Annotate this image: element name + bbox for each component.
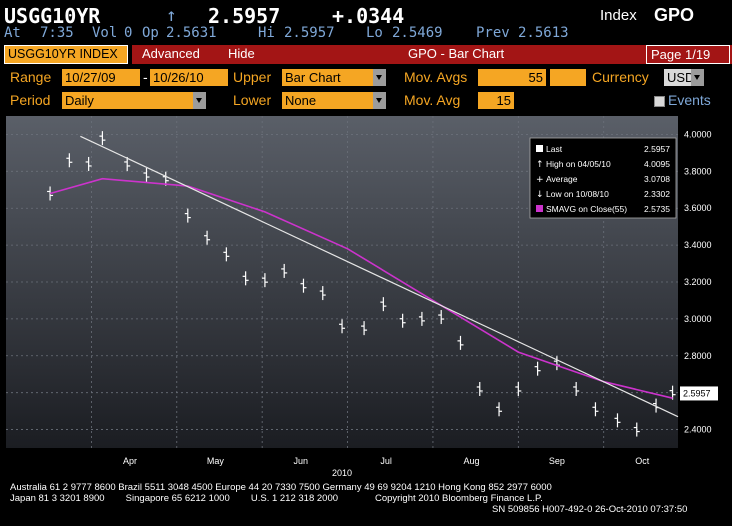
quote-time: 7:35 bbox=[40, 25, 74, 41]
index-label: Index bbox=[600, 7, 637, 24]
x-tick-label: May bbox=[207, 456, 225, 466]
chevron-down-icon[interactable] bbox=[373, 92, 386, 109]
advanced-button[interactable]: Advanced Hide GPO - Bar Chart bbox=[132, 45, 732, 64]
last-price-tag-label: 2.5957 bbox=[683, 388, 711, 398]
legend-value: 2.5735 bbox=[644, 204, 670, 214]
mov-avgs-field-1[interactable]: 55 bbox=[478, 69, 546, 86]
at-label: At bbox=[4, 25, 21, 41]
prev-label: Prev bbox=[476, 25, 510, 41]
lower-value: None bbox=[285, 93, 317, 108]
high-marker-icon: ↑ bbox=[536, 160, 544, 170]
advanced-button-label: Advanced bbox=[142, 46, 200, 61]
currency-dropdown[interactable]: USD bbox=[664, 69, 704, 86]
x-tick-label: Sep bbox=[549, 456, 565, 466]
chevron-down-icon[interactable] bbox=[193, 92, 206, 109]
mov-avgs-field-2[interactable] bbox=[550, 69, 586, 86]
hide-button[interactable]: Hide bbox=[228, 46, 255, 61]
high-label: Hi bbox=[258, 25, 275, 41]
page-indicator-label: Page 1/19 bbox=[651, 47, 711, 62]
page-indicator[interactable]: Page 1/19 bbox=[646, 45, 730, 64]
controls-row-range: Range 10/27/09 - 10/26/10 Upper Bar Char… bbox=[0, 66, 732, 90]
events-checkbox[interactable] bbox=[654, 96, 665, 107]
footer-contacts-1: Australia 61 2 9777 8600 Brazil 5511 304… bbox=[10, 482, 552, 493]
events-label[interactable]: Events bbox=[668, 92, 711, 108]
prev-price: 2.5613 bbox=[518, 25, 569, 41]
sma-swatch-icon bbox=[536, 205, 543, 212]
tab-ticker-index-label: USGG10YR INDEX bbox=[8, 47, 118, 61]
x-tick-label: Jun bbox=[293, 456, 308, 466]
volume: 0 bbox=[124, 25, 133, 41]
bar-chart: 4.0000 3.8000 3.6000 3.4000 3.2000 3.0000 2.80… bbox=[6, 116, 718, 478]
x-tick-label: Oct bbox=[635, 456, 650, 466]
vol-label: Vol bbox=[92, 25, 118, 41]
currency-label: Currency bbox=[592, 69, 649, 85]
open-price: 2.5631 bbox=[166, 25, 217, 41]
legend-label: SMAVG on Close(55) bbox=[546, 204, 627, 214]
y-tick-label: 4.0000 bbox=[684, 129, 712, 139]
y-tick-label: 3.8000 bbox=[684, 166, 712, 176]
x-tick-label: Jul bbox=[380, 456, 392, 466]
average-marker-icon: + bbox=[536, 175, 544, 185]
chevron-down-icon[interactable] bbox=[373, 69, 386, 86]
up-arrow-icon: ↑ bbox=[166, 5, 177, 26]
header-quote-line: USGG10YR ↑ 2.5957 +.0344 Index GPO bbox=[0, 4, 732, 28]
footer-contacts-2: Japan 81 3 3201 8900 Singapore 65 6212 1… bbox=[10, 493, 543, 504]
legend-label: High on 04/05/10 bbox=[546, 159, 611, 169]
range-from-field[interactable]: 10/27/09 bbox=[62, 69, 140, 86]
low-price: 2.5469 bbox=[392, 25, 443, 41]
legend-label: Average bbox=[546, 174, 578, 184]
low-label: Lo bbox=[366, 25, 383, 41]
period-label: Period bbox=[10, 92, 51, 108]
mov-avg-value: 15 bbox=[496, 93, 511, 108]
x-axis: Apr May Jun Jul Aug Sep Oct 2010 bbox=[123, 456, 650, 478]
y-tick-label: 3.2000 bbox=[684, 277, 712, 287]
upper-dropdown[interactable]: Bar Chart bbox=[282, 69, 386, 86]
header-stats-line: At 7:35 Vol 0 Op 2.5631 Hi 2.5957 Lo 2.5… bbox=[0, 25, 732, 43]
y-tick-label: 3.4000 bbox=[684, 240, 712, 250]
y-tick-label: 3.0000 bbox=[684, 314, 712, 324]
range-to-field[interactable]: 10/26/10 bbox=[150, 69, 228, 86]
footer-serial: SN 509856 H007-492-0 26-Oct-2010 07:37:5… bbox=[492, 504, 688, 515]
legend-label: Low on 10/08/10 bbox=[546, 189, 609, 199]
y-tick-label: 2.4000 bbox=[684, 425, 712, 435]
x-tick-label: Apr bbox=[123, 456, 137, 466]
x-tick-label: Aug bbox=[463, 456, 479, 466]
legend-value: 3.0708 bbox=[644, 174, 670, 184]
chart-legend: Last 2.5957 ↑ High on 04/05/10 4.0095 + Averag… bbox=[529, 137, 677, 219]
range-label: Range bbox=[10, 69, 52, 85]
period-dropdown[interactable]: Daily bbox=[62, 92, 206, 109]
function-title: GPO - Bar Chart bbox=[408, 46, 505, 61]
function-code: GPO bbox=[654, 5, 695, 25]
upper-dropdown-value: Bar Chart bbox=[285, 70, 341, 85]
controls-row-period: Period Daily Lower None Mov. Avg 15 Even… bbox=[0, 89, 732, 113]
y-tick-label: 2.8000 bbox=[684, 351, 712, 361]
x-axis-label: 2010 bbox=[332, 468, 352, 478]
last-swatch-icon bbox=[536, 145, 543, 152]
legend-value: 2.3302 bbox=[644, 189, 670, 199]
chevron-down-icon[interactable] bbox=[691, 69, 704, 86]
tab-ticker-index[interactable]: USGG10YR INDEX bbox=[4, 45, 128, 64]
mov-avgs-label: Mov. Avgs bbox=[404, 69, 468, 85]
period-value: Daily bbox=[65, 93, 94, 108]
range-separator: - bbox=[143, 69, 148, 85]
lower-label: Lower bbox=[233, 92, 272, 108]
mov-avgs-value: 55 bbox=[528, 70, 543, 85]
legend-label: Last bbox=[546, 144, 563, 154]
low-marker-icon: ↓ bbox=[536, 190, 544, 200]
tab-bar: USGG10YR INDEX Advanced Hide GPO - Bar C… bbox=[0, 45, 732, 65]
open-label: Op bbox=[142, 25, 159, 41]
y-tick-label: 3.6000 bbox=[684, 203, 712, 213]
legend-value: 2.5957 bbox=[644, 144, 670, 154]
lower-dropdown[interactable]: None bbox=[282, 92, 386, 109]
mov-avg-label: Mov. Avg bbox=[404, 92, 461, 108]
y-axis: 4.0000 3.8000 3.6000 3.4000 3.2000 3.0000 2.80… bbox=[680, 129, 718, 435]
mov-avg-field[interactable]: 15 bbox=[478, 92, 514, 109]
high-price: 2.5957 bbox=[284, 25, 335, 41]
upper-label: Upper bbox=[233, 69, 272, 85]
legend-value: 4.0095 bbox=[644, 159, 670, 169]
